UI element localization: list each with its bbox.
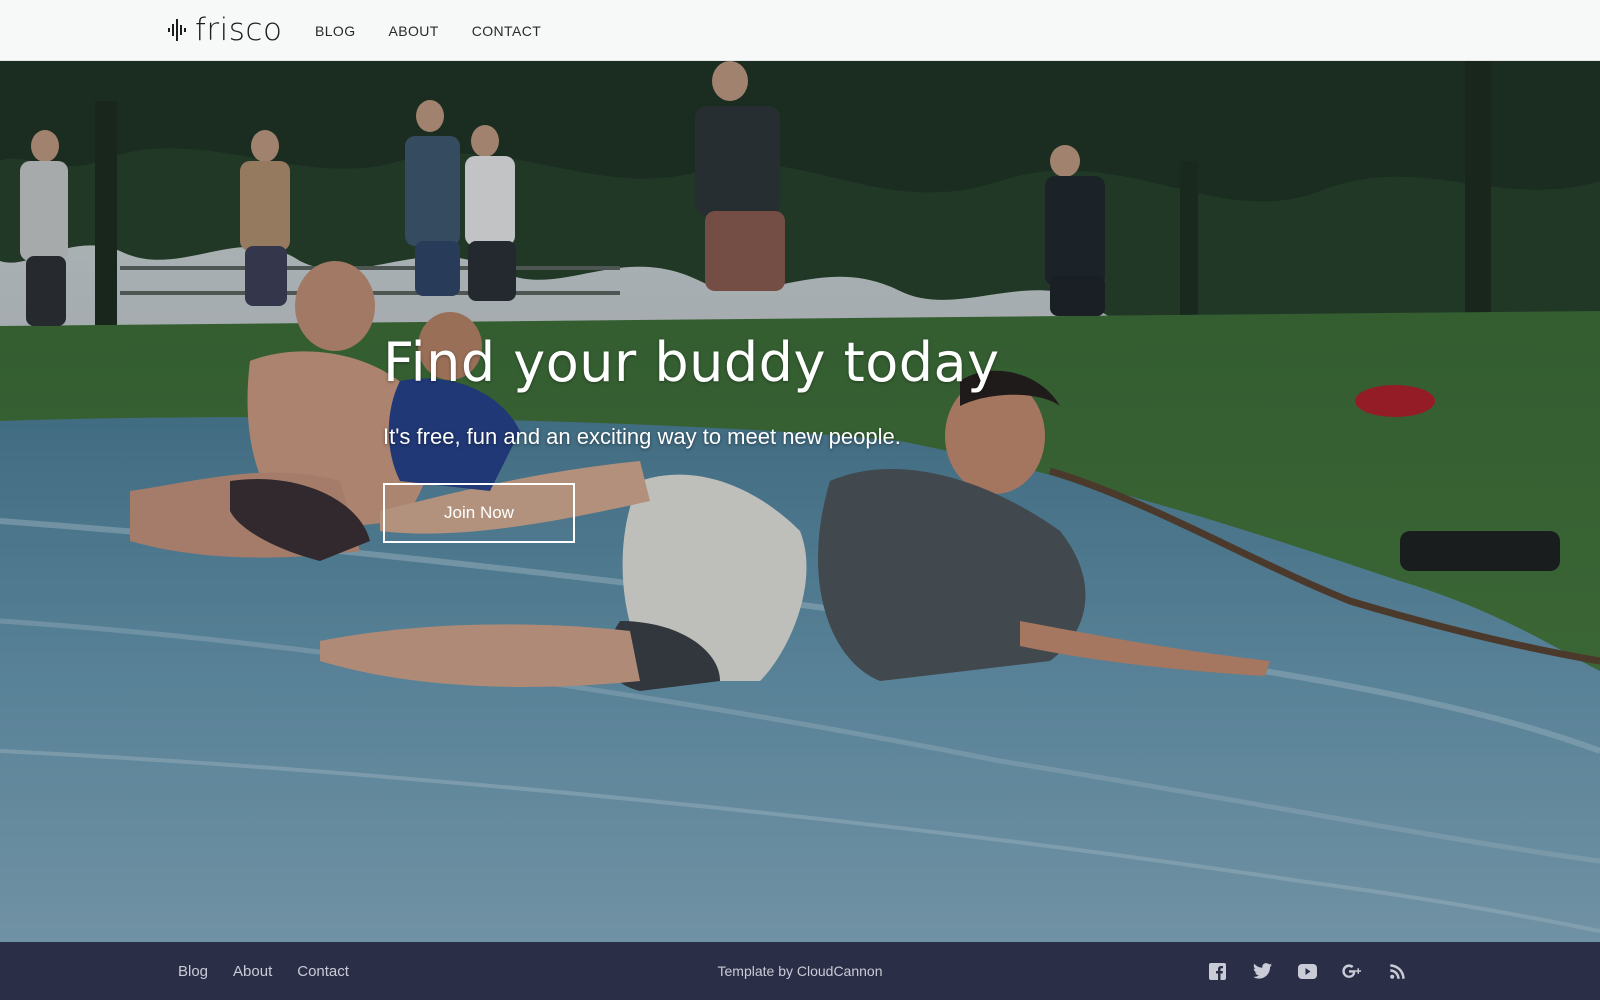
youtube-link[interactable] [1285, 956, 1330, 986]
join-now-button[interactable]: Join Now [383, 483, 575, 543]
rss-link[interactable] [1375, 956, 1420, 986]
nav-link-blog[interactable]: BLOG [315, 23, 356, 39]
twitter-link[interactable] [1240, 956, 1285, 986]
footer-credit-text[interactable]: Template by CloudCannon [718, 963, 883, 979]
site-header: frisco BLOG ABOUT CONTACT [0, 0, 1600, 61]
facebook-link[interactable] [1195, 956, 1240, 986]
footer-link-about[interactable]: About [233, 963, 272, 980]
hero-content: Find your buddy today It's free, fun and… [383, 331, 1000, 543]
footer-link-blog[interactable]: Blog [178, 963, 208, 980]
hero-subtitle: It's free, fun and an exciting way to me… [383, 424, 901, 449]
google-plus-link[interactable] [1330, 956, 1375, 986]
hero-section: Find your buddy today It's free, fun and… [0, 61, 1600, 942]
main-nav: BLOG ABOUT CONTACT [315, 0, 574, 61]
google-plus-icon [1342, 963, 1361, 978]
rss-icon [1390, 963, 1405, 979]
logo-text: frisco [195, 11, 283, 48]
sound-wave-icon [168, 19, 186, 41]
footer-link-contact[interactable]: Contact [297, 963, 349, 980]
hero-title: Find your buddy today [383, 331, 1000, 394]
footer-nav: Blog About Contact [178, 942, 374, 1000]
twitter-icon [1253, 963, 1272, 979]
social-links [1195, 942, 1420, 1000]
site-footer: Blog About Contact Template by CloudCann… [0, 942, 1600, 1000]
facebook-icon [1209, 962, 1226, 980]
logo-link[interactable]: frisco [167, 10, 282, 50]
nav-link-about[interactable]: ABOUT [389, 23, 439, 39]
nav-link-contact[interactable]: CONTACT [472, 23, 541, 39]
youtube-icon [1298, 963, 1317, 979]
